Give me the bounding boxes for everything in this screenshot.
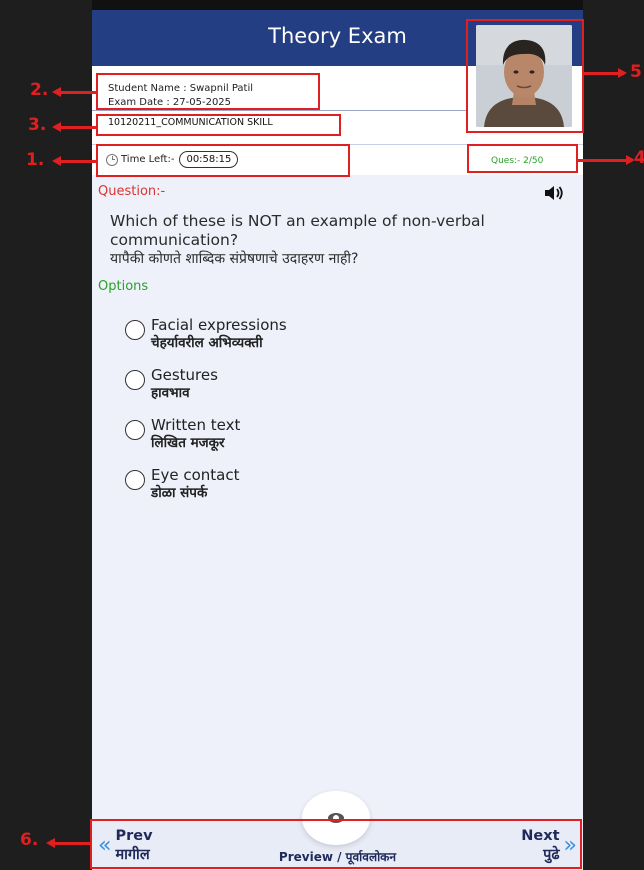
annotation-arrow [58,126,96,129]
annotation-arrow [578,159,628,162]
radio-button[interactable] [125,420,145,440]
annotation-box-4 [467,144,578,173]
annotation-number: 2. [30,80,49,100]
divider [92,110,467,111]
options-label: Options [98,279,149,294]
arrow-head-icon [52,122,61,132]
annotation-arrow [52,842,90,845]
option-label: Eye contact डोळा संपर्क [151,466,240,501]
annotation-box-3 [96,114,341,136]
annotation-number: 1. [26,150,45,170]
arrow-head-icon [46,838,55,848]
option-label: Written text लिखित मजकूर [151,416,241,451]
annotation-number: 5 [630,62,642,82]
right-dark-margin [583,0,644,870]
annotation-box-2 [96,73,320,110]
radio-button[interactable] [125,470,145,490]
arrow-head-icon [52,87,61,97]
option-3[interactable]: Written text लिखित मजकूर [125,416,240,452]
annotation-arrow [584,72,620,75]
question-text: Which of these is NOT an example of non-… [110,212,565,269]
radio-button[interactable] [125,320,145,340]
question-text-mr: यापैकी कोणते शाब्दिक संप्रेषणाचे उदाहरण … [110,251,359,267]
annotation-number: 3. [28,115,47,135]
annotation-arrow [58,160,96,163]
annotation-box-1 [96,144,350,177]
arrow-head-icon [618,68,627,78]
status-strip [92,0,583,10]
question-text-en: Which of these is NOT an example of non-… [110,212,485,249]
radio-button[interactable] [125,370,145,390]
arrow-head-icon [52,156,61,166]
annotation-arrow [58,91,96,94]
option-label: Gestures हावभाव [151,366,218,401]
option-2[interactable]: Gestures हावभाव [125,366,218,402]
question-label: Question:- [98,184,166,199]
annotation-box-6 [90,819,582,869]
annotation-box-5 [466,19,584,133]
option-1[interactable]: Facial expressions चेहर्यावरील अभिव्यक्त… [125,316,287,352]
option-label: Facial expressions चेहर्यावरील अभिव्यक्त… [151,316,287,351]
annotation-number: 4 [634,148,644,168]
option-4[interactable]: Eye contact डोळा संपर्क [125,466,239,502]
annotation-number: 6. [20,830,39,850]
speaker-icon[interactable] [543,184,565,202]
